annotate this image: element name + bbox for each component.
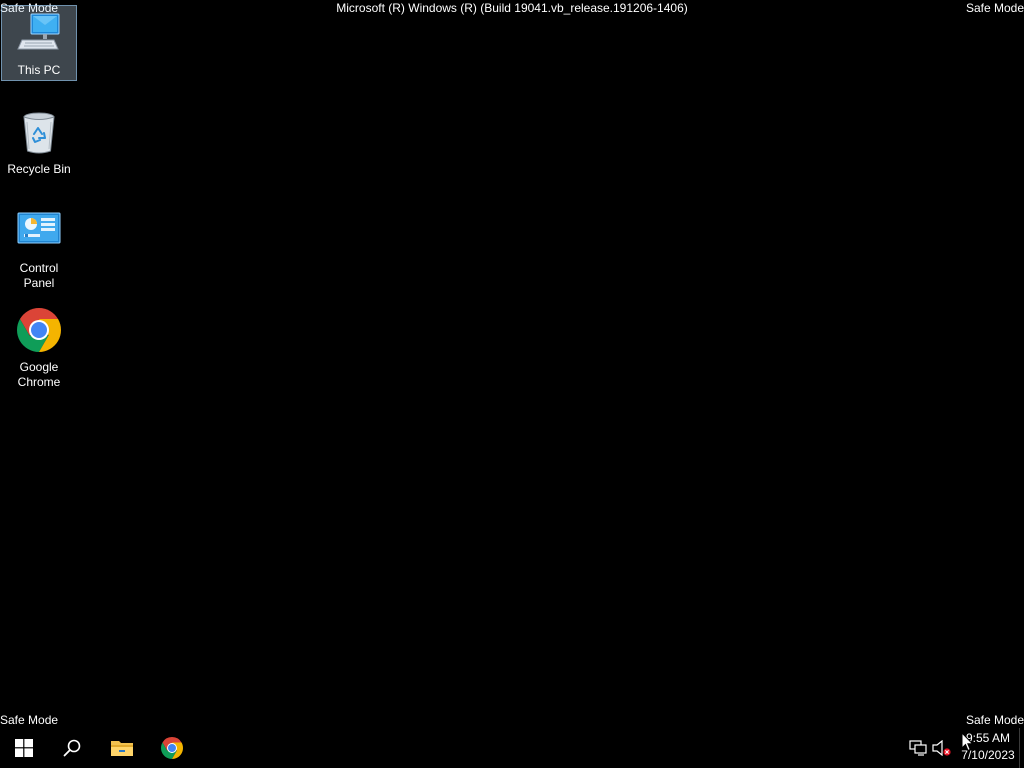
desktop-icon-recycle-bin[interactable]: Recycle Bin (1, 104, 77, 180)
chrome-icon (17, 308, 61, 352)
mouse-cursor-icon (961, 732, 974, 752)
desktop-icon-this-pc[interactable]: This PC (1, 5, 77, 81)
safe-mode-label-bottom-right: Safe Mode (965, 713, 1024, 727)
recycle-bin-icon (23, 112, 55, 154)
chrome-taskbar-button[interactable] (148, 728, 196, 768)
network-tray-button[interactable] (908, 739, 928, 757)
network-icon (909, 740, 927, 756)
search-button[interactable] (48, 728, 96, 768)
safe-mode-label-top-right: Safe Mode (965, 1, 1024, 15)
search-icon (63, 739, 81, 757)
volume-tray-button[interactable] (932, 739, 952, 757)
file-explorer-button[interactable] (98, 728, 146, 768)
desktop-icon-control-panel[interactable]: Control Panel (1, 203, 77, 294)
this-pc-icon (17, 13, 60, 50)
desktop-icon-label: Google Chrome (17, 360, 61, 389)
safe-mode-label-bottom-left: Safe Mode (0, 713, 59, 727)
desktop-icon-label: Recycle Bin (7, 162, 71, 176)
windows-build-label: Microsoft (R) Windows (R) (Build 19041.v… (336, 1, 688, 15)
chrome-icon (161, 737, 183, 759)
start-button[interactable] (0, 728, 48, 768)
windows-start-icon (15, 739, 33, 757)
taskbar: 9:55 AM 7/10/2023 (0, 728, 1024, 768)
control-panel-icon (17, 212, 61, 244)
desktop-icon-label: Control Panel (19, 261, 59, 290)
volume-muted-icon (932, 740, 951, 756)
desktop-icon-label: This PC (17, 63, 61, 77)
show-desktop-button[interactable] (1019, 728, 1024, 768)
desktop-icon-google-chrome[interactable]: Google Chrome (1, 302, 77, 393)
file-explorer-icon (111, 741, 133, 756)
desktop[interactable]: Safe Mode Microsoft (R) Windows (R) (Bui… (0, 0, 1024, 728)
